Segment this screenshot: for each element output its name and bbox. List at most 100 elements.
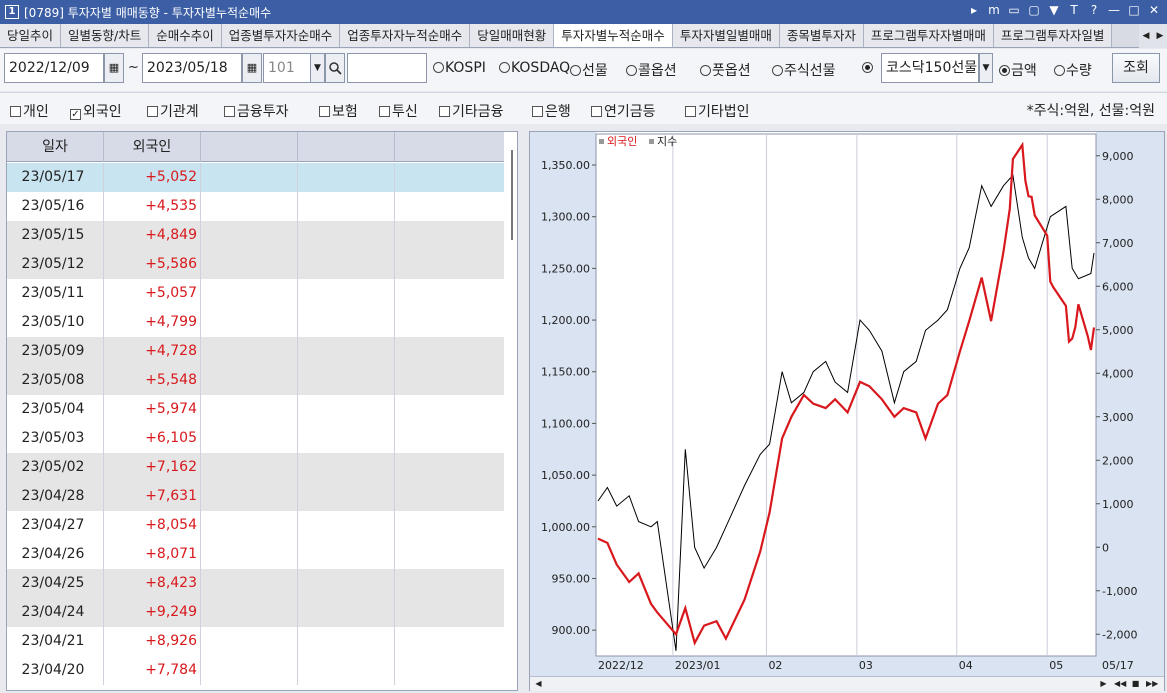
radio-stock-futures[interactable]: 주식선물: [772, 60, 836, 80]
tab-sector-investor-net-buy[interactable]: 업종별투자자순매수: [221, 24, 341, 47]
table-row[interactable]: 23/04/28 +7,631: [7, 482, 504, 511]
table-row[interactable]: 23/04/21 +8,926: [7, 627, 504, 656]
tab-scroll-left-icon[interactable]: ◀: [1139, 24, 1153, 48]
radio-futures[interactable]: 선물: [570, 60, 608, 80]
radio-icon: [862, 62, 873, 73]
chevron-down-icon[interactable]: ▼: [979, 53, 993, 83]
tab-intraday-trading-status[interactable]: 당일매매현황: [470, 24, 555, 47]
cell-date: 23/05/09: [7, 337, 104, 366]
table-row[interactable]: 23/05/10 +4,799: [7, 308, 504, 337]
checkbox-insurance[interactable]: 보험: [319, 101, 358, 121]
chart-scrollbar[interactable]: ◀ ▶ ◀◀ ■ ▶▶: [530, 676, 1164, 691]
checkbox-investment-trust[interactable]: 투신: [379, 101, 418, 121]
cell-empty: [298, 279, 395, 308]
radio-amount[interactable]: 금액: [999, 60, 1037, 80]
radio-icon: [499, 62, 510, 73]
checkbox-individual[interactable]: 개인: [10, 101, 49, 121]
checkbox-icon: [224, 106, 235, 117]
search-button[interactable]: 조회: [1112, 53, 1160, 83]
tab-intraday[interactable]: 당일추이: [0, 24, 62, 47]
table-row[interactable]: 23/04/25 +8,423: [7, 569, 504, 598]
table-row[interactable]: 23/05/04 +5,974: [7, 395, 504, 424]
table-row[interactable]: 23/05/03 +6,105: [7, 424, 504, 453]
help-icon[interactable]: ?: [1087, 3, 1101, 17]
cell-empty: [201, 424, 298, 453]
cell-empty: [395, 569, 504, 598]
cell-date: 23/04/27: [7, 511, 104, 540]
rewind-icon[interactable]: ◀◀: [1114, 678, 1126, 690]
stock-name-field[interactable]: [347, 53, 427, 83]
chart-panel: 2022/12 2023/01 02 03 04 05 05/17 1,350.00 1,300…: [529, 131, 1165, 691]
tab-net-buy-trend[interactable]: 순매수추이: [149, 24, 222, 47]
maximize-icon[interactable]: □: [1127, 3, 1141, 17]
table-row[interactable]: 23/04/20 +7,784: [7, 656, 504, 685]
table-row[interactable]: 23/05/17 +5,052: [7, 163, 504, 192]
close-icon[interactable]: ✕: [1147, 3, 1161, 17]
forward-icon[interactable]: ▶▶: [1146, 678, 1158, 690]
code-input[interactable]: 101: [263, 53, 311, 83]
radio-put-option[interactable]: 풋옵션: [700, 60, 751, 80]
left-tick-label: 1,000.00: [541, 521, 590, 534]
scroll-thumb[interactable]: [511, 150, 513, 240]
arrow-icon[interactable]: ▸: [967, 3, 981, 17]
start-date-input[interactable]: 2022/12/09: [4, 53, 104, 83]
tab-investor-cumulative-net-buy[interactable]: 투자자별누적순매수: [554, 24, 673, 47]
scroll-right-icon[interactable]: ▶: [1098, 678, 1109, 690]
radio-quantity[interactable]: 수량: [1054, 60, 1092, 80]
table-row[interactable]: 23/05/02 +7,162: [7, 453, 504, 482]
header-foreign[interactable]: 외국인: [104, 132, 201, 162]
table-row[interactable]: 23/05/08 +5,548: [7, 366, 504, 395]
minimize-icon[interactable]: —: [1107, 3, 1121, 17]
checkbox-financial-investment[interactable]: 금융투자: [224, 101, 289, 121]
tab-bar: 당일추이 일별동향/차트 순매수추이 업종별투자자순매수 업종투자자누적순매수 …: [0, 24, 1167, 48]
cell-empty: [395, 250, 504, 279]
checkbox-pension[interactable]: 연기금등: [591, 101, 656, 121]
radio-kosdaq[interactable]: KOSDAQ: [499, 60, 570, 76]
tab-program-investor-trading[interactable]: 프로그램투자자별매매: [863, 24, 994, 47]
checkbox-other-financial[interactable]: 기타금융: [439, 101, 504, 121]
search-icon[interactable]: [325, 53, 345, 83]
header-date[interactable]: 일자: [7, 132, 104, 162]
cell-date: 23/04/20: [7, 656, 104, 685]
radio-call-option[interactable]: 콜옵션: [626, 60, 677, 80]
right-tick-label: 5,000: [1102, 324, 1134, 337]
copy-window-icon[interactable]: ▢: [1027, 3, 1041, 17]
table-row[interactable]: 23/05/15 +4,849: [7, 221, 504, 250]
table-row[interactable]: 23/05/11 +5,057: [7, 279, 504, 308]
radio-index-futures[interactable]: [862, 60, 874, 76]
scroll-left-icon[interactable]: ◀: [533, 678, 544, 690]
tab-program-investor-daily[interactable]: 프로그램투자자일별: [993, 24, 1113, 47]
calendar-icon[interactable]: ▦: [242, 53, 262, 83]
stop-icon[interactable]: ■: [1130, 678, 1141, 690]
table-row[interactable]: 23/04/26 +8,071: [7, 540, 504, 569]
pin-icon[interactable]: ▼: [1047, 3, 1061, 17]
tab-sector-cumulative-net-buy[interactable]: 업종투자자누적순매수: [340, 24, 471, 47]
table-row[interactable]: 23/05/16 +4,535: [7, 192, 504, 221]
checkbox-label: 보험: [332, 104, 358, 120]
table-row[interactable]: 23/05/12 +5,586: [7, 250, 504, 279]
memo-icon[interactable]: m: [987, 3, 1001, 17]
tab-stock-investor[interactable]: 종목별투자자: [779, 24, 864, 47]
index-select[interactable]: 코스닥150선물: [881, 53, 979, 83]
checkbox-other-corporation[interactable]: 기타법인: [685, 101, 750, 121]
tab-scroll-right-icon[interactable]: ▶: [1153, 24, 1167, 48]
tab-daily-chart[interactable]: 일별동향/차트: [61, 24, 150, 47]
window-icon[interactable]: ▭: [1007, 3, 1021, 17]
legend-index: 지수: [657, 135, 677, 148]
cell-foreign: +5,974: [104, 395, 201, 424]
radio-icon: [570, 65, 581, 76]
chevron-down-icon[interactable]: ▼: [310, 53, 325, 83]
table-row[interactable]: 23/04/27 +8,054: [7, 511, 504, 540]
vertical-scrollbar[interactable]: [507, 132, 517, 690]
end-date-input[interactable]: 2023/05/18: [142, 53, 242, 83]
radio-kospi[interactable]: KOSPI: [433, 60, 486, 76]
checkbox-foreign[interactable]: ✓ 외국인: [70, 101, 122, 121]
cell-empty: [395, 482, 504, 511]
table-row[interactable]: 23/04/24 +9,249: [7, 598, 504, 627]
calendar-icon[interactable]: ▦: [104, 53, 124, 83]
tab-investor-daily-trading[interactable]: 투자자별일별매매: [672, 24, 780, 47]
checkbox-institution[interactable]: 기관계: [147, 101, 199, 121]
checkbox-bank[interactable]: 은행: [532, 101, 571, 121]
text-icon[interactable]: T: [1067, 3, 1081, 17]
table-row[interactable]: 23/05/09 +4,728: [7, 337, 504, 366]
